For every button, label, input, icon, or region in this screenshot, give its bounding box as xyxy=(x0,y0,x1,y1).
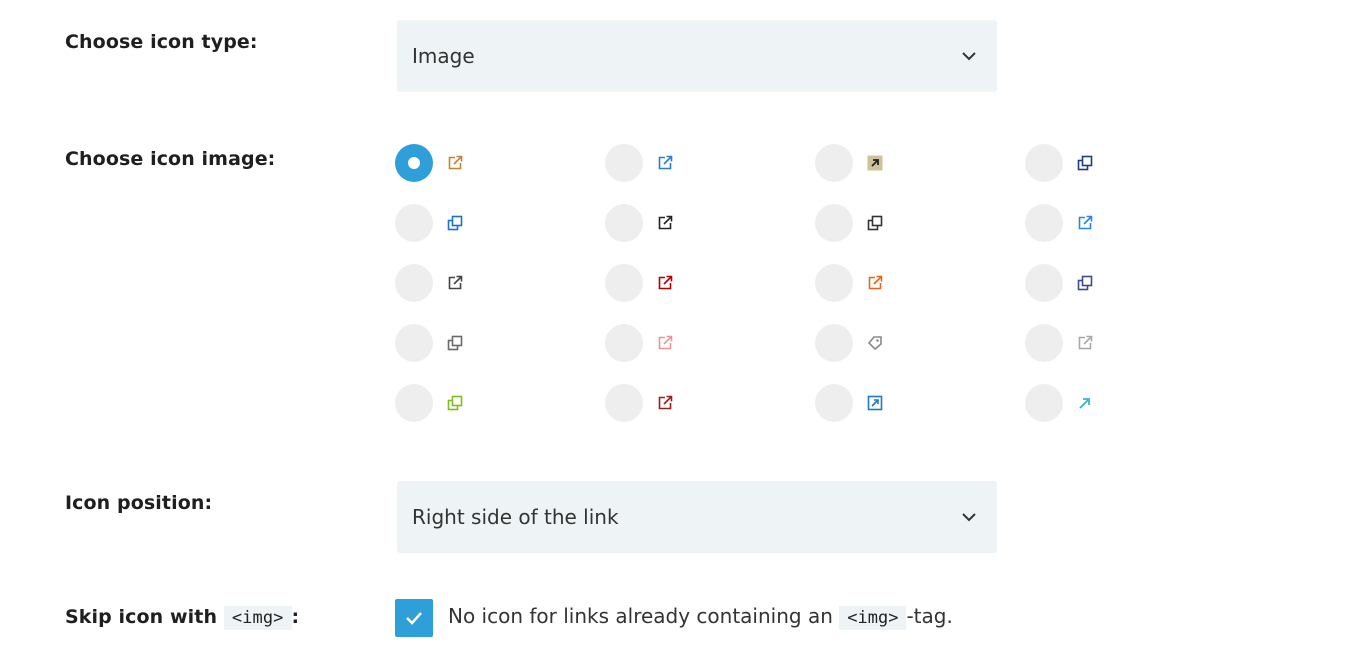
icon-image-option[interactable] xyxy=(395,263,515,303)
radio-button[interactable] xyxy=(395,144,433,182)
icon-position-select[interactable]: Right side of the link xyxy=(397,481,997,553)
icon-image-option[interactable] xyxy=(395,323,515,363)
skip-icon-description-suffix: -tag. xyxy=(906,604,953,628)
tag-gray-icon xyxy=(867,336,882,351)
radio-button[interactable] xyxy=(605,264,643,302)
radio-button[interactable] xyxy=(395,324,433,362)
radio-button[interactable] xyxy=(395,264,433,302)
external-link-black-icon xyxy=(658,215,673,230)
radio-button[interactable] xyxy=(395,204,433,242)
icon-image-option[interactable] xyxy=(605,263,725,303)
external-link-multicolor-icon xyxy=(448,155,463,170)
icon-image-option[interactable] xyxy=(1025,203,1145,243)
radio-button[interactable] xyxy=(1025,204,1063,242)
skip-icon-description-code: <img> xyxy=(839,606,907,630)
skip-icon-description: No icon for links already containing an … xyxy=(448,604,953,630)
skip-icon-label-text: Skip icon with xyxy=(65,606,218,628)
icon-type-select[interactable]: Image xyxy=(397,20,997,92)
icon-image-option[interactable] xyxy=(1025,323,1145,363)
double-window-navy-icon xyxy=(1077,155,1093,171)
checkmark-icon xyxy=(406,612,422,625)
icon-image-option[interactable] xyxy=(605,383,725,423)
external-link-red-arrow-icon xyxy=(658,275,673,290)
skip-icon-description-text: No icon for links already containing an xyxy=(448,604,833,628)
double-window-dark-icon xyxy=(867,215,883,231)
icon-image-option[interactable] xyxy=(1025,263,1145,303)
chevron-down-icon xyxy=(962,513,976,522)
radio-button[interactable] xyxy=(815,264,853,302)
window-stack-slate-icon xyxy=(1077,275,1093,291)
radio-button[interactable] xyxy=(605,384,643,422)
radio-button[interactable] xyxy=(1025,384,1063,422)
icon-image-option[interactable] xyxy=(815,143,935,183)
double-window-green-icon xyxy=(447,395,463,411)
chevron-down-icon xyxy=(962,52,976,61)
radio-button[interactable] xyxy=(815,144,853,182)
external-link-orange-icon xyxy=(868,275,883,290)
arrow-tan-box-icon xyxy=(867,155,883,171)
external-link-blue-arrow-icon xyxy=(658,155,673,170)
radio-button[interactable] xyxy=(1025,144,1063,182)
icon-image-option[interactable] xyxy=(1025,143,1145,183)
radio-button[interactable] xyxy=(815,324,853,362)
radio-button[interactable] xyxy=(605,144,643,182)
icon-image-option[interactable] xyxy=(1025,383,1145,423)
radio-button[interactable] xyxy=(395,384,433,422)
icon-type-label: Choose icon type: xyxy=(65,31,258,53)
icon-image-option[interactable] xyxy=(815,323,935,363)
icon-image-option[interactable] xyxy=(395,383,515,423)
radio-button[interactable] xyxy=(1025,324,1063,362)
box-arrow-blue-icon xyxy=(867,395,883,411)
radio-button[interactable] xyxy=(1025,264,1063,302)
skip-icon-label-suffix: : xyxy=(291,606,300,628)
radio-button[interactable] xyxy=(815,204,853,242)
icon-position-selected-value: Right side of the link xyxy=(412,505,619,529)
skip-icon-label-code: <img> xyxy=(223,606,292,630)
icon-image-option[interactable] xyxy=(815,263,935,303)
icon-image-option[interactable] xyxy=(395,203,515,243)
skip-icon-checkbox[interactable] xyxy=(395,599,433,637)
external-link-darkred-icon xyxy=(658,395,673,410)
double-window-gray-icon xyxy=(447,335,463,351)
icon-image-option[interactable] xyxy=(815,203,935,243)
radio-button[interactable] xyxy=(605,324,643,362)
skip-icon-label: Skip icon with <img>: xyxy=(65,606,300,630)
radio-button[interactable] xyxy=(605,204,643,242)
icon-image-label: Choose icon image: xyxy=(65,148,276,170)
external-link-lightgray-icon xyxy=(1078,335,1093,350)
external-link-gray-icon xyxy=(448,275,463,290)
radio-button[interactable] xyxy=(815,384,853,422)
external-link-blue-box-icon xyxy=(1078,215,1093,230)
icon-image-option[interactable] xyxy=(605,203,725,243)
icon-type-selected-value: Image xyxy=(412,44,475,68)
icon-image-option[interactable] xyxy=(605,323,725,363)
icon-image-option[interactable] xyxy=(605,143,725,183)
external-link-pink-icon xyxy=(658,335,673,350)
icon-image-option[interactable] xyxy=(395,143,515,183)
double-window-blue-icon xyxy=(447,215,463,231)
icon-position-label: Icon position: xyxy=(65,492,213,514)
arrow-cyan-icon xyxy=(1079,398,1090,409)
icon-image-option[interactable] xyxy=(815,383,935,423)
